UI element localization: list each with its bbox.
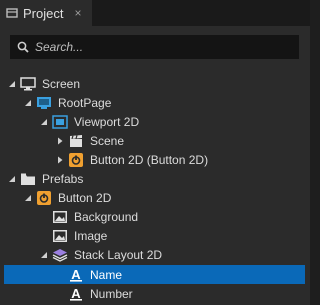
tree-item-label: Button 2D	[58, 191, 112, 206]
tree-item[interactable]: Scene	[0, 131, 310, 150]
tree-item-label: Scene	[90, 133, 125, 148]
expand-arrow-icon[interactable]	[23, 193, 33, 203]
tree-item[interactable]: Button 2D	[0, 189, 310, 208]
tree-item-label: Stack Layout 2D	[74, 248, 163, 263]
tree-item-label: Image	[74, 229, 108, 244]
tree-item[interactable]: Background	[0, 208, 310, 227]
svg-text:A: A	[71, 287, 81, 301]
power-button-icon	[68, 152, 84, 167]
tree-item[interactable]: RootPage	[0, 93, 310, 112]
image-icon	[52, 229, 68, 243]
tab-title: Project	[23, 5, 64, 21]
folder-icon	[20, 172, 36, 186]
expand-arrow-icon[interactable]	[39, 117, 49, 127]
tree-item-label: RootPage	[58, 95, 112, 110]
collapse-arrow-icon[interactable]	[55, 136, 65, 146]
monitor-icon	[20, 76, 36, 91]
tree-item[interactable]: Screen	[0, 74, 310, 93]
collapse-arrow-icon[interactable]	[55, 155, 65, 165]
project-tab-icon	[6, 7, 18, 19]
tree-item[interactable]: Stack Layout 2D	[0, 246, 310, 265]
tree-item[interactable]: A Number	[0, 284, 310, 303]
search-input[interactable]: Search...	[35, 40, 83, 54]
tree-item-label: Background	[74, 210, 139, 225]
tree-item-label: Screen	[42, 76, 81, 91]
tree-item[interactable]: Image	[0, 227, 310, 246]
search-icon	[17, 41, 29, 53]
tree-item-label: Prefabs	[42, 172, 84, 186]
search-field[interactable]: Search...	[10, 35, 299, 59]
tree-item-label: Number	[90, 286, 133, 301]
tree-item[interactable]: Button 2D (Button 2D)	[0, 150, 310, 169]
page-icon	[36, 96, 52, 110]
close-icon[interactable]: ×	[74, 6, 81, 20]
text-block-icon: A	[68, 268, 84, 282]
tab-project[interactable]: Project ×	[0, 0, 92, 26]
expand-arrow-icon[interactable]	[39, 250, 49, 260]
tree-item-label: Button 2D (Button 2D)	[90, 152, 209, 167]
text-block-icon: A	[68, 287, 84, 301]
image-icon	[52, 210, 68, 224]
clapperboard-icon	[68, 134, 84, 148]
tree-item[interactable]: Prefabs	[0, 170, 310, 189]
svg-text:A: A	[71, 268, 81, 282]
power-button-icon	[36, 191, 52, 206]
tree-item[interactable]: Viewport 2D	[0, 112, 310, 131]
expand-arrow-icon[interactable]	[23, 98, 33, 108]
tree-item-label: Viewport 2D	[74, 114, 140, 129]
tree-item[interactable]: A Name	[4, 265, 305, 284]
tree-item-label: Name	[90, 267, 123, 282]
layers-icon	[52, 248, 68, 263]
expand-arrow-icon[interactable]	[7, 79, 17, 89]
expand-arrow-icon[interactable]	[7, 174, 17, 184]
tab-bar: Project ×	[0, 0, 310, 26]
viewport-icon	[52, 114, 68, 129]
